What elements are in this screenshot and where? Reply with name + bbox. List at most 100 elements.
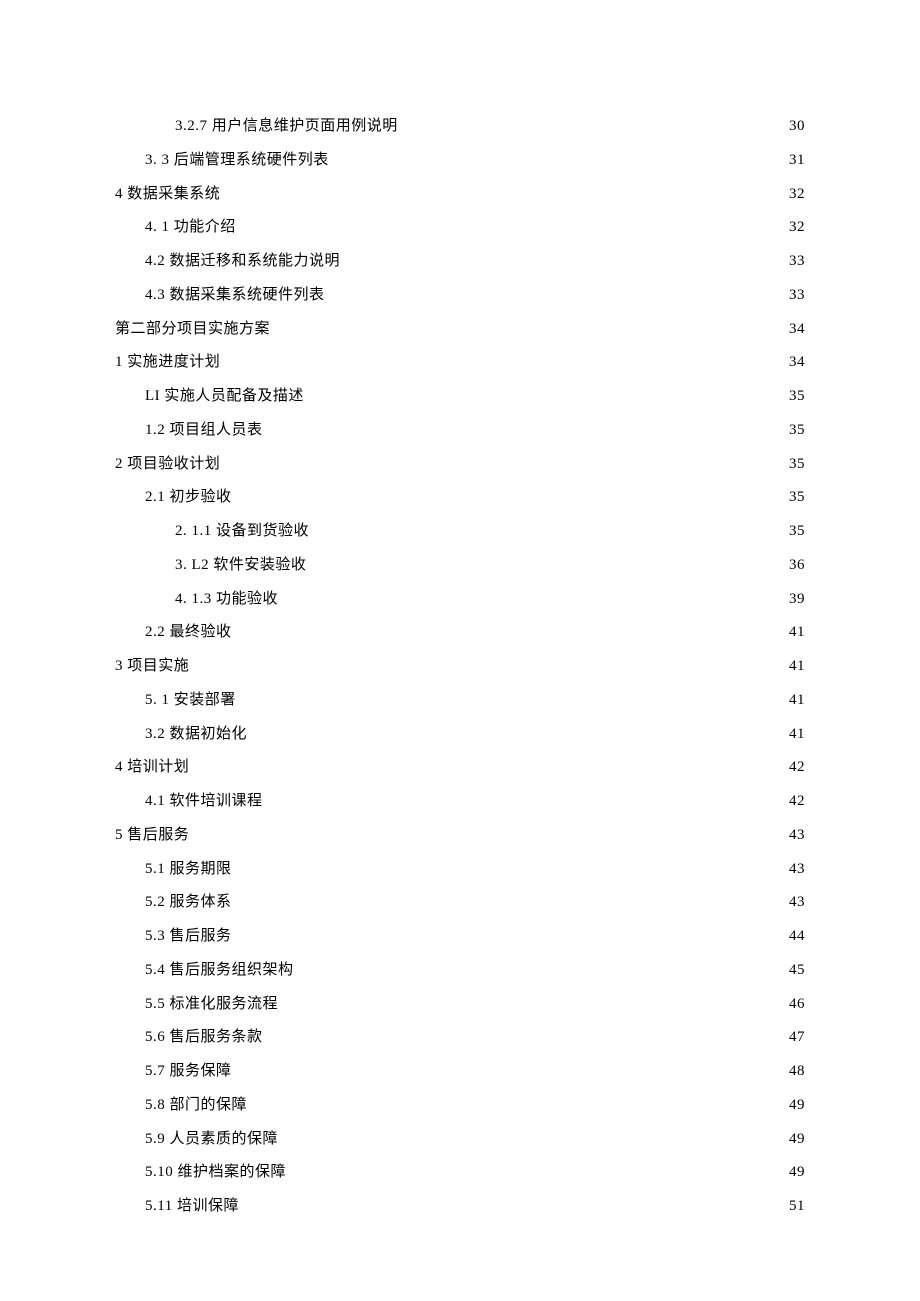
toc-entry: 5.7 服务保障 48 — [115, 1055, 805, 1089]
toc-entry: 4 数据采集系统 32 — [115, 178, 805, 212]
toc-entry-label: 3. 3 后端管理系统硬件列表 — [145, 144, 329, 178]
toc-entry-label: 5.9 人员素质的保障 — [145, 1123, 278, 1157]
toc-entry-label: 4.1 软件培训课程 — [145, 785, 263, 819]
toc-entry-page: 39 — [785, 583, 805, 617]
toc-entry: 2. 1.1 设备到货验收35 — [115, 515, 805, 549]
toc-entry-page: 41 — [785, 616, 805, 650]
toc-entry: 5.11 培训保障 51 — [115, 1190, 805, 1224]
toc-entry-label: 5.8 部门的保障 — [145, 1089, 247, 1123]
toc-entry: 4.1 软件培训课程 42 — [115, 785, 805, 819]
toc-entry: 第二部分项目实施方案 34 — [115, 313, 805, 347]
toc-entry-label: LI 实施人员配备及描述 — [145, 380, 304, 414]
toc-entry-label: 4 数据采集系统 — [115, 178, 220, 212]
document-page: 3.2.7 用户信息维护页面用例说明303. 3 后端管理系统硬件列表314 数… — [0, 0, 920, 1301]
toc-entry-page: 34 — [785, 346, 805, 380]
toc-entry-page: 32 — [785, 178, 805, 212]
toc-entry: 5.8 部门的保障 49 — [115, 1089, 805, 1123]
toc-entry: 3. 3 后端管理系统硬件列表 31 — [115, 144, 805, 178]
toc-entry-page: 41 — [785, 650, 805, 684]
toc-entry: 5.6 售后服务条款 47 — [115, 1021, 805, 1055]
toc-entry-label: 5.4 售后服务组织架构 — [145, 954, 294, 988]
toc-entry-label: 1.2 项目组人员表 — [145, 414, 263, 448]
toc-entry: 5.4 售后服务组织架构 45 — [115, 954, 805, 988]
toc-entry-page: 49 — [785, 1123, 805, 1157]
toc-entry-page: 32 — [785, 211, 805, 245]
toc-entry-label: 2 项目验收计划 — [115, 448, 220, 482]
toc-entry-page: 41 — [785, 684, 805, 718]
toc-entry-label: 3 项目实施 — [115, 650, 189, 684]
toc-entry-page: 35 — [785, 448, 805, 482]
toc-entry-page: 48 — [785, 1055, 805, 1089]
toc-entry-label: 3. L2 软件安装验收 — [175, 549, 306, 583]
toc-entry-page: 35 — [785, 481, 805, 515]
toc-entry: 1 实施进度计划 34 — [115, 346, 805, 380]
toc-entry-page: 45 — [785, 954, 805, 988]
toc-entry-label: 4.3 数据采集系统硬件列表 — [145, 279, 325, 313]
toc-entry-label: 5.1 服务期限 — [145, 853, 232, 887]
toc-entry: 4 培训计划 42 — [115, 751, 805, 785]
toc-entry: 2.2 最终验收 41 — [115, 616, 805, 650]
toc-entry-page: 31 — [785, 144, 805, 178]
toc-entry-label: 5 售后服务 — [115, 819, 189, 853]
toc-entry: 4.3 数据采集系统硬件列表 33 — [115, 279, 805, 313]
toc-entry-label: 1 实施进度计划 — [115, 346, 220, 380]
toc-entry-page: 33 — [785, 279, 805, 313]
toc-entry: 5.3 售后服务 44 — [115, 920, 805, 954]
toc-entry-page: 35 — [785, 414, 805, 448]
toc-entry: 5 售后服务 43 — [115, 819, 805, 853]
toc-entry-page: 36 — [785, 549, 805, 583]
toc-entry-label: 5.2 服务体系 — [145, 886, 232, 920]
toc-entry-label: 3.2 数据初始化 — [145, 718, 247, 752]
toc-entry: 5.5 标准化服务流程 46 — [115, 988, 805, 1022]
toc-entry-page: 43 — [785, 819, 805, 853]
toc-entry-page: 49 — [785, 1089, 805, 1123]
toc-entry-page: 46 — [785, 988, 805, 1022]
toc-entry-label: 2. 1.1 设备到货验收 — [175, 515, 309, 549]
toc-entry-page: 41 — [785, 718, 805, 752]
toc-entry: 3. L2 软件安装验收 36 — [115, 549, 805, 583]
toc-entry-label: 第二部分项目实施方案 — [115, 313, 270, 347]
toc-entry-page: 47 — [785, 1021, 805, 1055]
toc-entry: 3.2.7 用户信息维护页面用例说明 30 — [115, 110, 805, 144]
toc-entry: 4. 1 功能介绍 32 — [115, 211, 805, 245]
toc-entry: 5. 1 安装部署 41 — [115, 684, 805, 718]
toc-entry: 1.2 项目组人员表 35 — [115, 414, 805, 448]
toc-entry: 2 项目验收计划 35 — [115, 448, 805, 482]
toc-entry-label: 4 培训计划 — [115, 751, 189, 785]
toc-entry-label: 4. 1 功能介绍 — [145, 211, 236, 245]
toc-entry-page: 30 — [785, 110, 805, 144]
toc-entry-label: 5.7 服务保障 — [145, 1055, 232, 1089]
toc-entry-label: 5.3 售后服务 — [145, 920, 232, 954]
toc-entry-page: 51 — [785, 1190, 805, 1224]
toc-entry-label: 3.2.7 用户信息维护页面用例说明 — [175, 110, 398, 144]
toc-entry-page: 43 — [785, 853, 805, 887]
table-of-contents: 3.2.7 用户信息维护页面用例说明303. 3 后端管理系统硬件列表314 数… — [115, 110, 805, 1224]
toc-entry-label: 4.2 数据迁移和系统能力说明 — [145, 245, 340, 279]
toc-entry: LI 实施人员配备及描述 35 — [115, 380, 805, 414]
toc-entry-label: 5.6 售后服务条款 — [145, 1021, 263, 1055]
toc-entry-label: 4. 1.3 功能验收 — [175, 583, 278, 617]
toc-entry-page: 42 — [785, 785, 805, 819]
toc-entry-label: 5. 1 安装部署 — [145, 684, 236, 718]
toc-entry-label: 2.1 初步验收 — [145, 481, 232, 515]
toc-entry: 5.2 服务体系 43 — [115, 886, 805, 920]
toc-entry-page: 49 — [785, 1156, 805, 1190]
toc-entry-page: 42 — [785, 751, 805, 785]
toc-entry: 3.2 数据初始化 41 — [115, 718, 805, 752]
toc-entry-page: 43 — [785, 886, 805, 920]
toc-entry-label: 5.10 维护档案的保障 — [145, 1156, 286, 1190]
toc-entry: 5.10 维护档案的保障 49 — [115, 1156, 805, 1190]
toc-entry: 2.1 初步验收 35 — [115, 481, 805, 515]
toc-entry-label: 5.11 培训保障 — [145, 1190, 239, 1224]
toc-entry-label: 5.5 标准化服务流程 — [145, 988, 278, 1022]
toc-entry: 5.1 服务期限 43 — [115, 853, 805, 887]
toc-entry: 3 项目实施 41 — [115, 650, 805, 684]
toc-entry-page: 35 — [785, 380, 805, 414]
toc-entry-page: 44 — [785, 920, 805, 954]
toc-entry-page: 33 — [785, 245, 805, 279]
toc-entry-label: 2.2 最终验收 — [145, 616, 232, 650]
toc-entry-page: 34 — [785, 313, 805, 347]
toc-entry: 4. 1.3 功能验收 39 — [115, 583, 805, 617]
toc-entry: 5.9 人员素质的保障 49 — [115, 1123, 805, 1157]
toc-entry: 4.2 数据迁移和系统能力说明 33 — [115, 245, 805, 279]
